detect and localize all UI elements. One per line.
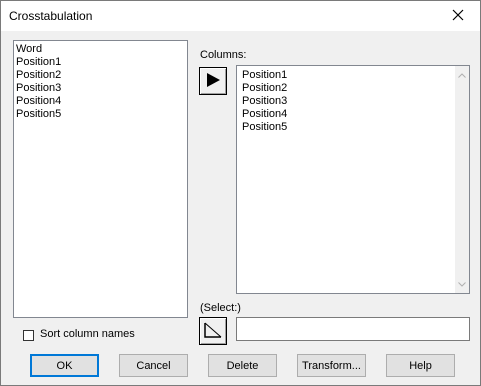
help-button[interactable]: Help — [386, 354, 455, 377]
columns-list-item[interactable]: Position2 — [240, 82, 469, 95]
scroll-down-icon[interactable] — [455, 277, 469, 291]
crosstabulation-dialog: Crosstabulation Word Position1 Position2 Po… — [0, 0, 481, 386]
columns-list-item[interactable]: Position3 — [240, 95, 469, 108]
variable-list-item[interactable]: Position5 — [14, 108, 187, 121]
columns-scrollbar[interactable] — [455, 66, 469, 293]
select-arrow-button[interactable] — [199, 317, 227, 345]
variable-list[interactable]: Word Position1 Position2 Position3 Position4… — [13, 40, 188, 318]
scroll-up-icon[interactable] — [455, 68, 469, 82]
add-columns-button[interactable] — [199, 67, 227, 95]
transform-button[interactable]: Transform... — [297, 354, 366, 377]
ok-button[interactable]: OK — [30, 354, 99, 377]
arrow-right-icon — [205, 72, 221, 91]
delete-button[interactable]: Delete — [208, 354, 277, 377]
columns-list-item[interactable]: Position5 — [240, 121, 469, 134]
sort-column-names-label: Sort column names — [40, 328, 135, 340]
select-label: (Select:) — [200, 302, 241, 314]
close-button[interactable] — [436, 1, 480, 31]
select-arrow-icon — [203, 321, 223, 342]
columns-label: Columns: — [200, 49, 247, 61]
variable-list-item[interactable]: Position3 — [14, 82, 187, 95]
variable-list-item[interactable]: Position1 — [14, 56, 187, 69]
title-bar: Crosstabulation — [1, 1, 480, 31]
dialog-title: Crosstabulation — [9, 9, 93, 23]
columns-list-item[interactable]: Position4 — [240, 108, 469, 121]
variable-list-item[interactable]: Word — [14, 43, 187, 56]
variable-list-item[interactable]: Position2 — [14, 69, 187, 82]
cancel-button[interactable]: Cancel — [119, 354, 188, 377]
close-icon — [452, 9, 464, 24]
variable-list-item[interactable]: Position4 — [14, 95, 187, 108]
columns-list-item[interactable]: Position1 — [240, 69, 469, 82]
sort-column-names-checkbox[interactable] — [23, 330, 34, 341]
columns-list[interactable]: Position1 Position2 Position3 Position4 Posi… — [236, 65, 470, 294]
select-input[interactable] — [236, 317, 470, 341]
